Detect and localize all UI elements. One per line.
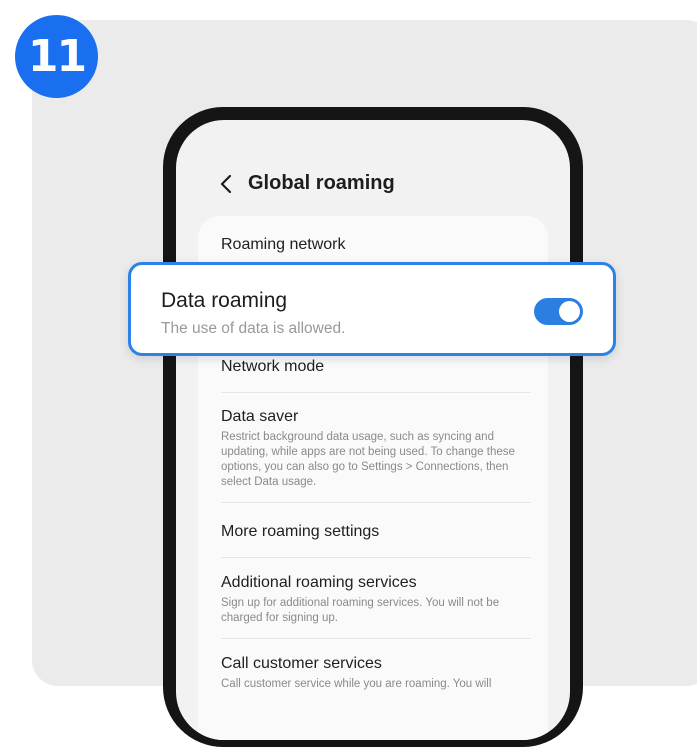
additional-roaming-services-item[interactable]: Additional roaming services Sign up for …: [221, 574, 531, 626]
call-customer-services-item[interactable]: Call customer services Call customer ser…: [221, 655, 531, 692]
data-roaming-title: Data roaming: [161, 289, 288, 312]
roaming-network-item[interactable]: Roaming network: [221, 236, 531, 254]
item-title: More roaming settings: [221, 523, 380, 540]
chevron-left-icon[interactable]: [216, 173, 238, 195]
item-description: Sign up for additional roaming services.…: [221, 597, 500, 624]
network-mode-item[interactable]: Network mode: [221, 358, 531, 376]
step-number-badge: 11: [15, 15, 98, 98]
data-saver-item[interactable]: Data saver Restrict background data usag…: [221, 408, 531, 490]
divider: [221, 502, 531, 503]
more-roaming-settings-item[interactable]: More roaming settings: [221, 523, 531, 541]
phone-screen: Global roaming Roaming network Network m…: [176, 120, 570, 740]
divider: [221, 392, 531, 393]
data-roaming-highlight[interactable]: Data roaming The use of data is allowed.: [128, 262, 616, 356]
item-title: Call customer services: [221, 655, 382, 672]
header: Global roaming: [216, 172, 395, 195]
item-title: Data saver: [221, 408, 299, 425]
data-roaming-toggle[interactable]: [534, 298, 583, 325]
item-description: Restrict background data usage, such as …: [221, 431, 515, 488]
divider: [221, 557, 531, 558]
item-title: Network mode: [221, 358, 325, 375]
item-title: Roaming network: [221, 236, 346, 253]
item-description: Call customer service while you are roam…: [221, 678, 492, 690]
divider: [221, 638, 531, 639]
toggle-knob: [559, 301, 580, 322]
page-title: Global roaming: [248, 172, 395, 194]
data-roaming-status: The use of data is allowed.: [161, 320, 346, 337]
item-title: Additional roaming services: [221, 574, 417, 591]
